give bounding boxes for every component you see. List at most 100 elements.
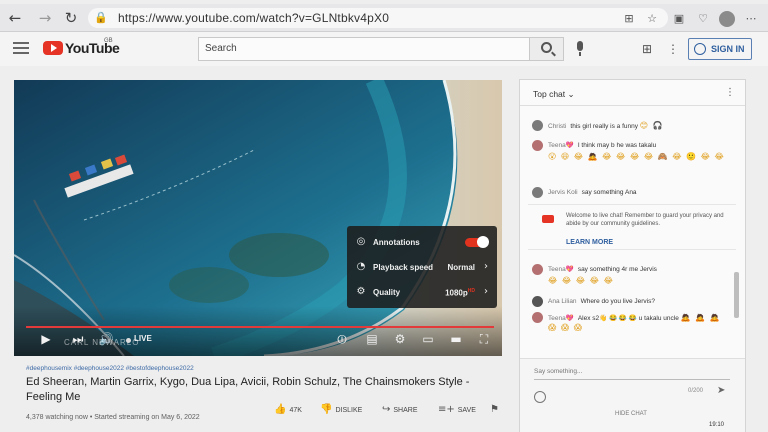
hamburger-menu-icon[interactable]	[13, 42, 29, 54]
favorites-star-icon[interactable]: ☆	[645, 12, 659, 26]
chat-message-body: Teena💖 I think may b he was takalu 😮 😆 😂 🙇…	[548, 141, 730, 161]
emoji-icon[interactable]	[534, 391, 546, 403]
chat-text: this girl really is a funny	[570, 123, 638, 130]
settings-gear-icon[interactable]: ⚙	[392, 332, 408, 346]
chat-author: Christi	[548, 123, 567, 130]
quality-label: Quality	[373, 288, 401, 297]
miniplayer-icon[interactable]: ▭	[420, 332, 436, 346]
chat-text: Where do you live Jervis?	[580, 298, 655, 305]
settings-menu: ◎ Annotations ◔ Playback speed Normal › …	[347, 226, 497, 308]
live-badge[interactable]: LIVE	[134, 334, 152, 343]
sign-in-button[interactable]: SIGN IN	[688, 38, 752, 60]
collections-icon[interactable]: ▣	[672, 12, 686, 26]
search-input[interactable]: Search	[198, 37, 530, 61]
live-dot-icon	[126, 338, 131, 343]
hd-badge: HD	[467, 288, 475, 294]
playback-speed-label: Playback speed	[373, 263, 434, 272]
send-icon[interactable]: ➤	[717, 385, 725, 396]
play-icon[interactable]: ▶	[38, 332, 54, 346]
settings-annotations-row[interactable]: ◎ Annotations	[347, 230, 497, 254]
account-icon	[694, 43, 706, 55]
progress-bar[interactable]	[26, 326, 494, 328]
chat-message-body: Teena💖 Alex s2👋 😂 😂 😂 u takalu uncle 🙇 🙇 …	[548, 313, 730, 333]
chat-scrollbar[interactable]	[734, 112, 739, 382]
forward-icon[interactable]: →	[36, 9, 54, 27]
like-button[interactable]: 👍 47K	[274, 404, 302, 418]
back-icon[interactable]: ←	[6, 9, 24, 27]
avatar	[532, 187, 543, 198]
youtube-logo-icon	[542, 215, 554, 223]
chat-more-icon[interactable]: ⋮	[725, 87, 735, 98]
chat-mode-dropdown[interactable]: Top chat ⌄	[533, 89, 575, 100]
char-count: 0/200	[688, 388, 704, 394]
avatar	[532, 312, 543, 323]
more-options-icon[interactable]: ⋮	[666, 42, 680, 56]
sign-in-label: SIGN IN	[711, 44, 745, 54]
address-bar[interactable]: 🔒 https://www.youtube.com/watch?v=GLNtbk…	[88, 8, 668, 28]
report-button[interactable]: ⚑	[490, 404, 502, 418]
chat-message-body: Christi this girl really is a funny 😊 🎧	[548, 121, 730, 131]
browser-menu-icon[interactable]: ⋯	[744, 12, 758, 26]
annotations-toggle[interactable]	[465, 236, 489, 248]
search-button[interactable]	[530, 37, 564, 61]
chat-author: Teena💖	[548, 315, 574, 322]
chat-input-area: Say something... 0/200 ➤ HIDE CHAT	[520, 358, 745, 432]
youtube-logo-icon[interactable]	[43, 41, 63, 55]
chat-scroll-thumb[interactable]	[734, 272, 739, 318]
share-icon: ↪	[382, 404, 391, 415]
chat-input[interactable]: Say something...	[534, 368, 730, 380]
chat-welcome-banner: Welcome to live chat! Remember to guard …	[528, 204, 736, 250]
video-meta: 4,378 watching now • Started streaming o…	[26, 414, 200, 421]
apps-icon[interactable]: ⊞	[640, 42, 654, 56]
annotations-label: Annotations	[373, 238, 420, 247]
chat-text: say something 4r me Jervis	[577, 266, 657, 273]
hide-chat-button[interactable]: HIDE CHAT	[615, 411, 647, 417]
video-player[interactable]: ▶ ⏭ 🔊 CARL NEWARLO LIVE ⏼ ▤ ⚙ ▭ ▬ ⛶ ◎ An…	[14, 80, 502, 356]
chevron-right-icon: ›	[484, 261, 488, 272]
save-button[interactable]: ≡+ SAVE	[438, 404, 476, 418]
learn-more-link[interactable]: LEARN MORE	[566, 239, 613, 246]
welcome-text: Welcome to live chat! Remember to guard …	[566, 213, 724, 227]
chat-text: Alex s2👋 😂 😂 😂 u takalu uncle	[577, 315, 679, 322]
url-text[interactable]: https://www.youtube.com/watch?v=GLNtbkv4…	[118, 11, 389, 25]
region-code: GB	[104, 38, 113, 44]
chat-text: say something Ana	[581, 189, 637, 196]
theater-mode-icon[interactable]: ▬	[448, 332, 464, 346]
chat-message-body: Teena💖 say something 4r me Jervis 😂 😂 😂 😂 …	[548, 265, 730, 285]
fullscreen-icon[interactable]: ⛶	[476, 332, 492, 346]
settings-quality-row[interactable]: ⚙ Quality 1080pHD ›	[347, 280, 497, 304]
profile-avatar[interactable]	[719, 11, 735, 27]
live-chat-panel: Top chat ⌄ ⋮ Christi this girl really is …	[519, 79, 746, 432]
chat-title: Top chat	[533, 89, 566, 99]
chevron-down-icon: ⌄	[567, 89, 575, 99]
reload-icon[interactable]: ↻	[62, 9, 80, 27]
chat-author: Ana Lilian	[548, 298, 577, 305]
thumbs-up-icon: 👍	[274, 404, 287, 415]
avatar	[532, 120, 543, 131]
autoplay-toggle-icon[interactable]: ⏼	[334, 332, 350, 346]
chat-author: Jervis Koli	[548, 189, 578, 196]
system-clock: 19:10	[709, 422, 725, 428]
annotations-icon: ◎	[356, 236, 366, 247]
dislike-button[interactable]: 👎 DISLIKE	[320, 404, 362, 418]
hashtags[interactable]: #deephousemix #deephouse2022 #bestofdeep…	[26, 365, 194, 372]
microphone-icon[interactable]	[573, 41, 587, 57]
playback-speed-icon: ◔	[356, 261, 366, 272]
chat-emojis: 😂 😂 😂 😂 😂	[548, 276, 614, 285]
share-button[interactable]: ↪ SHARE	[382, 404, 418, 418]
search-placeholder: Search	[205, 43, 237, 54]
extensions-heart-icon[interactable]: ♡	[696, 12, 710, 26]
search-icon	[541, 42, 552, 53]
save-playlist-icon: ≡+	[438, 404, 455, 415]
chat-emojis: 😮 😆 😂 🙇 😂 😂 😂 😂 🙈 😂 🙂 😂 😂	[548, 152, 725, 161]
save-label: SAVE	[457, 407, 476, 414]
share-label: SHARE	[393, 407, 418, 414]
like-count: 47K	[289, 407, 302, 414]
subtitles-icon[interactable]: ▤	[364, 332, 380, 346]
chat-message-body: Ana Lilian Where do you live Jervis?	[548, 297, 730, 306]
lock-icon: 🔒	[94, 12, 108, 24]
tab-grid-icon[interactable]: ⊞	[622, 12, 636, 26]
dislike-label: DISLIKE	[335, 407, 363, 414]
settings-playback-row[interactable]: ◔ Playback speed Normal ›	[347, 255, 497, 279]
youtube-header: YouTube GB Search ⊞ ⋮ SIGN IN	[0, 32, 768, 66]
